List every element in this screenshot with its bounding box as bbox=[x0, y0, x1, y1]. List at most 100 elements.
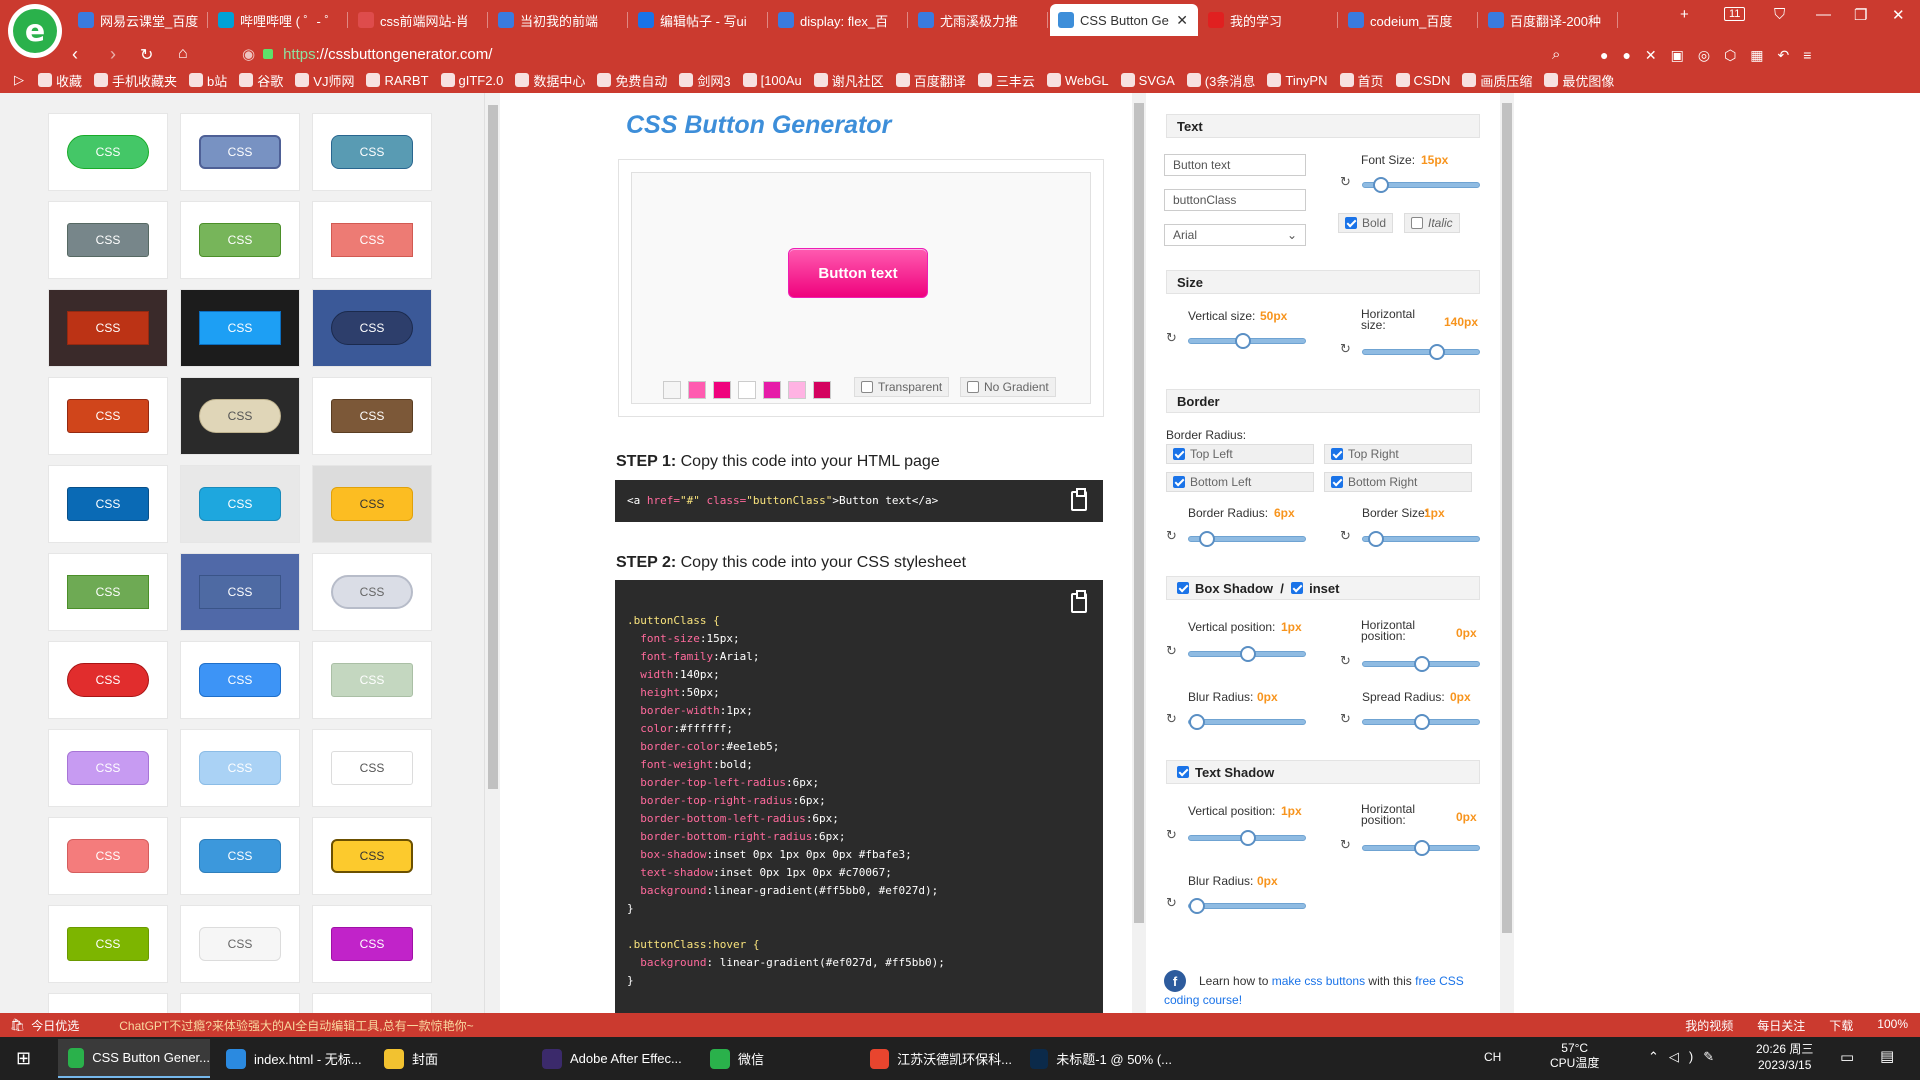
taskbar-app[interactable]: CSS Button Gener... bbox=[58, 1039, 210, 1078]
gallery-button[interactable]: css bbox=[331, 487, 413, 521]
gallery-cell[interactable]: css bbox=[48, 553, 168, 631]
gallery-cell[interactable]: css bbox=[312, 641, 432, 719]
ts-blur-slider[interactable] bbox=[1188, 898, 1306, 914]
tab-3[interactable]: 当初我的前端 bbox=[490, 4, 628, 36]
color-swatch[interactable] bbox=[663, 381, 681, 399]
gallery-cell[interactable]: css bbox=[312, 113, 432, 191]
color-swatch[interactable] bbox=[688, 381, 706, 399]
bookmark-item[interactable]: WebGL bbox=[1046, 73, 1109, 88]
color-swatch[interactable] bbox=[813, 381, 831, 399]
windows-start-icon[interactable]: ⊞ bbox=[6, 1039, 42, 1078]
tab-10[interactable]: 百度翻译-200种 bbox=[1480, 4, 1618, 36]
font-family-select[interactable]: Arial ⌄ bbox=[1164, 224, 1306, 246]
inset-checkbox[interactable] bbox=[1291, 582, 1304, 594]
italic-checkbox[interactable]: Italic bbox=[1404, 213, 1460, 233]
bottom-left-checkbox[interactable]: Bottom Left bbox=[1166, 472, 1314, 492]
gallery-button[interactable]: css bbox=[67, 927, 149, 961]
class-name-input[interactable]: buttonClass bbox=[1164, 189, 1306, 211]
slider-knob[interactable] bbox=[1240, 646, 1256, 662]
gallery-cell[interactable]: css bbox=[312, 905, 432, 983]
color-swatch[interactable] bbox=[738, 381, 756, 399]
url-field[interactable]: ◉ https://cssbuttongenerator.com/ bbox=[236, 40, 1576, 68]
minimize-icon[interactable]: — bbox=[1816, 6, 1831, 23]
gallery-button[interactable]: css bbox=[199, 135, 281, 169]
taskbar-app[interactable]: 封面 bbox=[374, 1039, 526, 1078]
learn-link-1[interactable]: make css buttons bbox=[1272, 974, 1365, 988]
gallery-cell[interactable] bbox=[180, 993, 300, 1013]
bookmark-item[interactable]: RARBT bbox=[366, 73, 429, 88]
tab-8[interactable]: 我的学习 bbox=[1200, 4, 1338, 36]
panel-scrollbar[interactable] bbox=[1500, 93, 1514, 1013]
back-icon[interactable]: ‹ bbox=[72, 44, 78, 65]
color-swatch[interactable] bbox=[763, 381, 781, 399]
gallery-cell[interactable]: css bbox=[48, 905, 168, 983]
sidebar-toggle-icon[interactable]: ▷ bbox=[14, 72, 24, 88]
bookmark-item[interactable]: 数据中心 bbox=[515, 71, 585, 90]
tab-7[interactable]: CSS Button Ge ✕ bbox=[1050, 4, 1198, 36]
reset-icon[interactable]: ↻ bbox=[1340, 711, 1351, 727]
new-tab-button[interactable]: + bbox=[1680, 6, 1689, 23]
home-icon[interactable]: ⌂ bbox=[178, 45, 188, 63]
tab-0[interactable]: 网易云课堂_百度 bbox=[70, 4, 208, 36]
reset-icon[interactable]: ↻ bbox=[1166, 827, 1177, 843]
color-swatch[interactable] bbox=[713, 381, 731, 399]
gallery-button[interactable]: css bbox=[199, 663, 281, 697]
transparent-checkbox[interactable]: Transparent bbox=[854, 377, 950, 397]
bookmark-item[interactable]: 免费自动 bbox=[597, 71, 667, 90]
box-shadow-checkbox[interactable] bbox=[1177, 582, 1189, 594]
bs-horizontal-slider[interactable] bbox=[1362, 656, 1480, 672]
gallery-scrollbar[interactable] bbox=[484, 93, 500, 1013]
status-left[interactable]: 今日优选 bbox=[31, 1017, 79, 1034]
gallery-button[interactable]: css bbox=[199, 751, 281, 785]
gallery-cell[interactable]: css bbox=[312, 817, 432, 895]
gallery-button[interactable]: css bbox=[331, 311, 413, 345]
bold-checkbox[interactable]: Bold bbox=[1338, 213, 1394, 233]
gallery-cell[interactable]: css bbox=[312, 465, 432, 543]
tray-icons[interactable]: ⌃◁)✎ bbox=[1648, 1049, 1724, 1065]
gallery-cell[interactable]: css bbox=[180, 113, 300, 191]
bookmark-item[interactable]: 最优图像 bbox=[1544, 71, 1614, 90]
bookmark-item[interactable]: 谢凡社区 bbox=[813, 71, 884, 90]
tab-9[interactable]: codeium_百度 bbox=[1340, 4, 1478, 36]
status-item[interactable]: 下载 bbox=[1829, 1017, 1853, 1034]
border-size-slider[interactable] bbox=[1362, 531, 1480, 547]
reset-icon[interactable]: ↻ bbox=[1166, 643, 1177, 659]
slider-knob[interactable] bbox=[1414, 656, 1430, 672]
status-item[interactable]: 每日关注 bbox=[1757, 1017, 1805, 1034]
gallery-button[interactable]: css bbox=[199, 311, 281, 345]
bookmark-item[interactable]: 手机收藏夹 bbox=[94, 71, 177, 90]
ts-vertical-slider[interactable] bbox=[1188, 830, 1306, 846]
gallery-button[interactable]: css bbox=[67, 575, 149, 609]
no-gradient-checkbox[interactable]: No Gradient bbox=[960, 377, 1056, 397]
tab-close-icon[interactable]: ✕ bbox=[1176, 12, 1188, 29]
status-news[interactable]: ChatGPT不过瘾?来体验强大的AI全自动编辑工具,总有一款惊艳你~ bbox=[119, 1017, 473, 1034]
top-left-checkbox[interactable]: Top Left bbox=[1166, 444, 1314, 464]
bottom-right-checkbox[interactable]: Bottom Right bbox=[1324, 472, 1472, 492]
gallery-cell[interactable]: css bbox=[180, 289, 300, 367]
tab-6[interactable]: 尤雨溪极力推 bbox=[910, 4, 1048, 36]
bs-spread-slider[interactable] bbox=[1362, 714, 1480, 730]
taskbar-app[interactable]: 未标题-1 @ 50% (... bbox=[1020, 1039, 1172, 1078]
main-scrollbar[interactable] bbox=[1132, 93, 1146, 1013]
gallery-button[interactable]: css bbox=[67, 839, 149, 873]
bookmark-item[interactable]: TinyPN bbox=[1267, 73, 1328, 88]
gallery-cell[interactable]: css bbox=[48, 289, 168, 367]
gallery-cell[interactable]: css bbox=[48, 201, 168, 279]
reset-icon[interactable]: ↻ bbox=[1340, 528, 1351, 544]
gallery-cell[interactable]: css bbox=[48, 729, 168, 807]
gallery-cell[interactable]: css bbox=[312, 289, 432, 367]
bs-blur-slider[interactable] bbox=[1188, 714, 1306, 730]
gallery-cell[interactable]: css bbox=[180, 817, 300, 895]
gallery-button[interactable]: css bbox=[67, 751, 149, 785]
shirt-icon[interactable]: ⛉ bbox=[1774, 6, 1785, 23]
main-scroll-thumb[interactable] bbox=[1134, 103, 1144, 923]
css-code-block[interactable]: .buttonClass { font-size:15px; font-fami… bbox=[615, 580, 1103, 1013]
gallery-cell[interactable]: css bbox=[180, 553, 300, 631]
color-swatch[interactable] bbox=[788, 381, 806, 399]
bookmark-item[interactable]: 谷歌 bbox=[239, 71, 283, 90]
bookmark-item[interactable]: SVGA bbox=[1120, 73, 1175, 88]
preview-button[interactable]: Button text bbox=[788, 248, 928, 298]
taskbar-app[interactable]: Adobe After Effec... bbox=[532, 1039, 692, 1078]
slider-knob[interactable] bbox=[1189, 898, 1205, 914]
gallery-button[interactable]: css bbox=[331, 663, 413, 697]
